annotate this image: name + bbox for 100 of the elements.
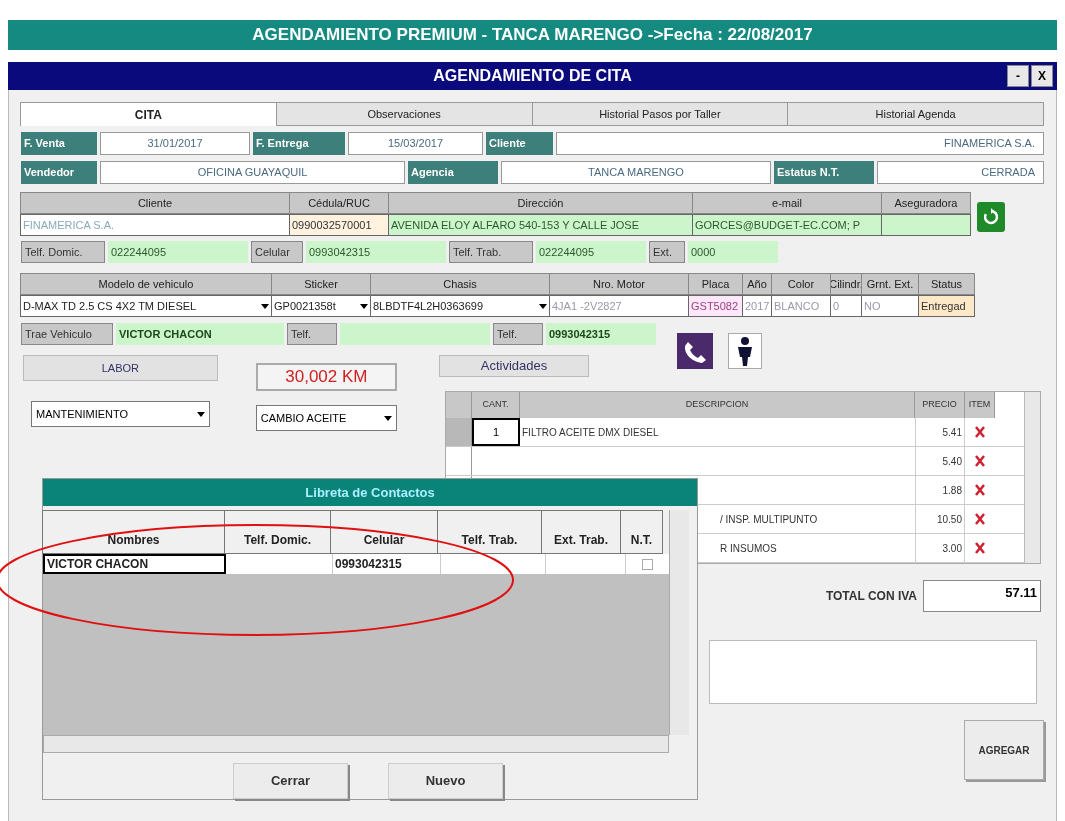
table-cell: VICTOR CHACON <box>43 554 226 575</box>
field-label: Celular <box>251 241 303 263</box>
section-label: Actividades <box>439 355 589 377</box>
table-cell-text: R INSUMOS <box>720 541 777 556</box>
column-header: Status <box>918 273 975 295</box>
field-value: VICTOR CHACON <box>116 323 284 345</box>
column-header: DESCRIPCION <box>520 392 915 418</box>
field-label: Vendedor <box>21 161 97 184</box>
table-cell: NO <box>861 295 919 317</box>
delete-icon[interactable] <box>974 483 986 497</box>
dropdown[interactable]: CAMBIO ACEITE <box>255 405 397 431</box>
table-cell: FINAMERICA S.A. <box>20 214 290 236</box>
scrollbar[interactable] <box>1024 392 1040 563</box>
app-title-bar: AGENDAMIENTO PREMIUM - TANCA MARENGO ->Fecha : 22/08/2017 <box>8 20 1057 50</box>
tab[interactable]: Historial Pasos por Taller <box>531 102 789 126</box>
table-cell: 1.88 <box>915 476 965 504</box>
vertical-scrollbar[interactable] <box>669 510 689 736</box>
window-title: AGENDAMIENTO DE CITA <box>433 66 632 86</box>
column-header: ITEM <box>965 392 995 418</box>
column-header: Nro. Motor <box>549 273 689 295</box>
field-value: 0993042315 <box>546 323 656 345</box>
horizontal-scrollbar[interactable] <box>43 735 669 753</box>
table-cell: Entregad <box>918 295 975 317</box>
field-value: OFICINA GUAYAQUIL <box>100 161 405 184</box>
field-label: F. Venta <box>21 132 97 155</box>
table-cell: 10.50 <box>915 505 965 533</box>
field-label: F. Entrega <box>253 132 345 155</box>
field-value: 0993042315 <box>306 241 446 263</box>
field-value: TANCA MARENGO <box>501 161 771 184</box>
dropdown[interactable]: GP0021358t <box>271 295 371 317</box>
table-cell: GORCES@BUDGET-EC.COM; P <box>692 214 882 236</box>
column-header: Chasis <box>370 273 550 295</box>
column-header: N.T. <box>620 510 663 555</box>
field-label: Telf. <box>493 323 543 345</box>
table-cell: 2017 <box>742 295 772 317</box>
field-label: Ext. <box>649 241 685 263</box>
caret-icon <box>196 411 205 417</box>
field-label: Cliente <box>486 132 553 155</box>
column-header: CANT. <box>472 392 520 418</box>
dropdown[interactable]: D-MAX TD 2.5 CS 4X2 TM DIESEL <box>20 295 272 317</box>
dropdown[interactable]: 8LBDTF4L2H0363699 <box>370 295 550 317</box>
field-label: Telf. Domic. <box>21 241 105 263</box>
section-label: LABOR <box>23 355 218 381</box>
dialog-button[interactable]: Nuevo <box>388 763 503 799</box>
table-cell: 0 <box>830 295 862 317</box>
tab[interactable]: Historial Agenda <box>787 102 1044 126</box>
field-value: 0000 <box>688 241 778 263</box>
dialog-title: Libreta de Contactos <box>43 479 697 507</box>
dropdown[interactable]: MANTENIMIENTO <box>31 401 210 427</box>
caret-icon <box>384 415 392 421</box>
table-cell: 3.00 <box>915 534 965 562</box>
table-cell: BLANCO <box>771 295 831 317</box>
table-cell: 1 <box>472 418 520 446</box>
total-label: TOTAL CON IVA <box>825 588 917 605</box>
field-label: Telf. Trab. <box>449 241 533 263</box>
table-cell: 0993042315 <box>333 554 441 575</box>
field-value: 022244095 <box>536 241 646 263</box>
total-field: 57.11 <box>923 580 1041 612</box>
notes-field[interactable] <box>709 640 1037 704</box>
add-button[interactable]: AGREGAR <box>964 720 1044 780</box>
column-header: Dirección <box>388 192 693 214</box>
table-cell-text: FILTRO ACEITE DMX DIESEL <box>522 425 659 440</box>
delete-icon[interactable] <box>974 541 986 555</box>
minimize-button[interactable]: - <box>1007 65 1029 87</box>
column-header: Grnt. Ext. <box>861 273 919 295</box>
column-header: e-mail <box>692 192 882 214</box>
table-cell: 5.40 <box>915 447 965 475</box>
delete-icon[interactable] <box>974 425 986 439</box>
field-value: 31/01/2017 <box>100 132 250 155</box>
column-header: PRECIO <box>915 392 965 418</box>
tab[interactable]: CITA <box>20 102 277 126</box>
checkbox[interactable] <box>642 558 653 570</box>
field-value: 15/03/2017 <box>348 132 483 155</box>
column-header: Año <box>742 273 772 295</box>
column-header: Sticker <box>271 273 371 295</box>
column-header: Cédula/RUC <box>289 192 389 214</box>
field-value: CERRADA <box>877 161 1044 184</box>
table-cell: GST5082 <box>688 295 743 317</box>
delete-icon[interactable] <box>974 512 986 526</box>
field-label: Telf. <box>287 323 337 345</box>
table-cell: AVENIDA ELOY ALFARO 540-153 Y CALLE JOSE <box>388 214 693 236</box>
column-header: Cliente <box>20 192 290 214</box>
field-value: FINAMERICA S.A. <box>556 132 1044 155</box>
field-label: Agencia <box>408 161 498 184</box>
table-cell: 0990032570001 <box>289 214 389 236</box>
field-value: 022244095 <box>108 241 248 263</box>
column-header: Nombres <box>42 510 225 555</box>
field-label: Estatus N.T. <box>774 161 874 184</box>
delete-icon[interactable] <box>974 454 986 468</box>
person-icon[interactable] <box>728 333 762 369</box>
dialog-button[interactable]: Cerrar <box>233 763 348 799</box>
mileage-display: 30,002 KM <box>255 363 397 391</box>
field-label: Trae Vehiculo <box>21 323 113 345</box>
close-button[interactable]: X <box>1031 65 1053 87</box>
tab[interactable]: Observaciones <box>275 102 533 126</box>
phone-icon[interactable] <box>677 333 713 369</box>
table-cell: 5.41 <box>915 418 965 446</box>
table-cell: 4JA1 -2V2827 <box>549 295 689 317</box>
refresh-icon[interactable] <box>977 202 1005 232</box>
column-header: Aseguradora <box>881 192 971 214</box>
